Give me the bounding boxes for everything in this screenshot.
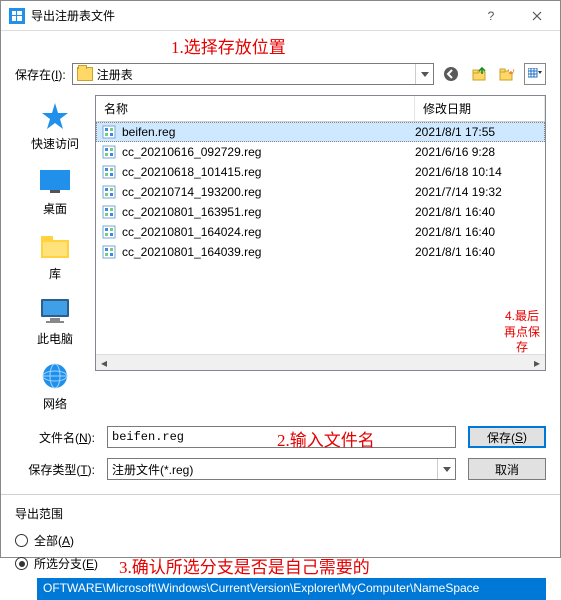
savetype-label: 保存类型(T): <box>15 461 95 478</box>
file-name: cc_20210801_164024.reg <box>122 225 415 239</box>
file-name: cc_20210618_101415.reg <box>122 165 415 179</box>
file-name: cc_20210801_164039.reg <box>122 245 415 259</box>
file-date: 2021/6/18 10:14 <box>415 165 539 179</box>
place-quick-access[interactable]: 快速访问 <box>15 101 95 152</box>
chevron-down-icon[interactable] <box>437 459 455 479</box>
file-list[interactable]: beifen.reg2021/8/1 17:55cc_20210616_0927… <box>96 122 545 370</box>
window-title: 导出注册表文件 <box>31 7 468 24</box>
file-row[interactable]: cc_20210618_101415.reg2021/6/18 10:14 <box>96 162 545 182</box>
reg-file-icon <box>102 205 116 219</box>
export-range-group: 导出范围 全部(A) 所选分支(E) 3.确认所选分支是否是自己需要的 OFTW… <box>1 505 560 600</box>
places-bar: 快速访问 桌面 库 此电脑 网络 <box>15 95 95 412</box>
reg-file-icon <box>102 165 116 179</box>
annotation-3: 3.确认所选分支是否是自己需要的 <box>119 553 370 578</box>
file-date: 2021/8/1 16:40 <box>415 245 539 259</box>
help-button[interactable]: ? <box>468 1 514 31</box>
file-date: 2021/8/1 16:40 <box>415 205 539 219</box>
close-button[interactable] <box>514 1 560 31</box>
file-name: cc_20210801_163951.reg <box>122 205 415 219</box>
file-row[interactable]: cc_20210801_163951.reg2021/8/1 16:40 <box>96 202 545 222</box>
radio-all[interactable]: 全部(A) <box>15 532 546 549</box>
file-row[interactable]: cc_20210801_164024.reg2021/8/1 16:40 <box>96 222 545 242</box>
file-list-pane: 名称 修改日期 beifen.reg2021/8/1 17:55cc_20210… <box>95 95 546 371</box>
place-libraries[interactable]: 库 <box>15 231 95 282</box>
title-bar: 导出注册表文件 ? <box>1 1 560 31</box>
folder-icon <box>77 67 93 81</box>
savetype-combo[interactable]: 注册文件(*.reg) <box>107 458 456 480</box>
file-list-header[interactable]: 名称 修改日期 <box>96 96 545 122</box>
file-row[interactable]: cc_20210616_092729.reg2021/6/16 9:28 <box>96 142 545 162</box>
column-name[interactable]: 名称 <box>96 96 415 121</box>
savetype-value: 注册文件(*.reg) <box>108 461 437 478</box>
scroll-left-icon[interactable]: ◂ <box>96 355 112 370</box>
file-date: 2021/7/14 19:32 <box>415 185 539 199</box>
file-date: 2021/8/1 17:55 <box>415 125 539 139</box>
reg-file-icon <box>102 225 116 239</box>
annotation-1: 1.选择存放位置 <box>171 33 286 58</box>
file-date: 2021/8/1 16:40 <box>415 225 539 239</box>
place-desktop[interactable]: 桌面 <box>15 166 95 217</box>
back-button[interactable] <box>440 63 462 85</box>
annotation-4: 4.最后 再点保 存 <box>504 309 540 356</box>
file-name: beifen.reg <box>122 125 415 139</box>
export-range-label: 导出范围 <box>15 505 546 522</box>
filename-label: 文件名(N): <box>15 429 95 446</box>
reg-file-icon <box>102 125 116 139</box>
up-button[interactable] <box>468 63 490 85</box>
file-name: cc_20210616_092729.reg <box>122 145 415 159</box>
branch-path-input[interactable]: OFTWARE\Microsoft\Windows\CurrentVersion… <box>37 578 546 600</box>
location-value: 注册表 <box>97 66 415 83</box>
chevron-down-icon[interactable] <box>415 64 433 84</box>
filename-input[interactable] <box>107 426 456 448</box>
app-icon <box>9 8 25 24</box>
reg-file-icon <box>102 145 116 159</box>
save-button[interactable]: 保存(S) <box>468 426 546 448</box>
scroll-right-icon[interactable]: ▸ <box>529 355 545 370</box>
file-row[interactable]: beifen.reg2021/8/1 17:55 <box>96 122 545 142</box>
svg-text:★: ★ <box>506 66 515 76</box>
reg-file-icon <box>102 185 116 199</box>
view-mode-button[interactable] <box>524 63 546 85</box>
column-date[interactable]: 修改日期 <box>415 96 545 121</box>
horizontal-scrollbar[interactable]: ◂ ▸ <box>96 354 545 370</box>
new-folder-button[interactable]: ★ <box>496 63 518 85</box>
cancel-button[interactable]: 取消 <box>468 458 546 480</box>
location-combo[interactable]: 注册表 <box>72 63 434 85</box>
place-network[interactable]: 网络 <box>15 361 95 412</box>
reg-file-icon <box>102 245 116 259</box>
file-row[interactable]: cc_20210714_193200.reg2021/7/14 19:32 <box>96 182 545 202</box>
place-this-pc[interactable]: 此电脑 <box>15 296 95 347</box>
file-date: 2021/6/16 9:28 <box>415 145 539 159</box>
savein-label: 保存在(I): <box>15 66 66 83</box>
file-name: cc_20210714_193200.reg <box>122 185 415 199</box>
file-row[interactable]: cc_20210801_164039.reg2021/8/1 16:40 <box>96 242 545 262</box>
